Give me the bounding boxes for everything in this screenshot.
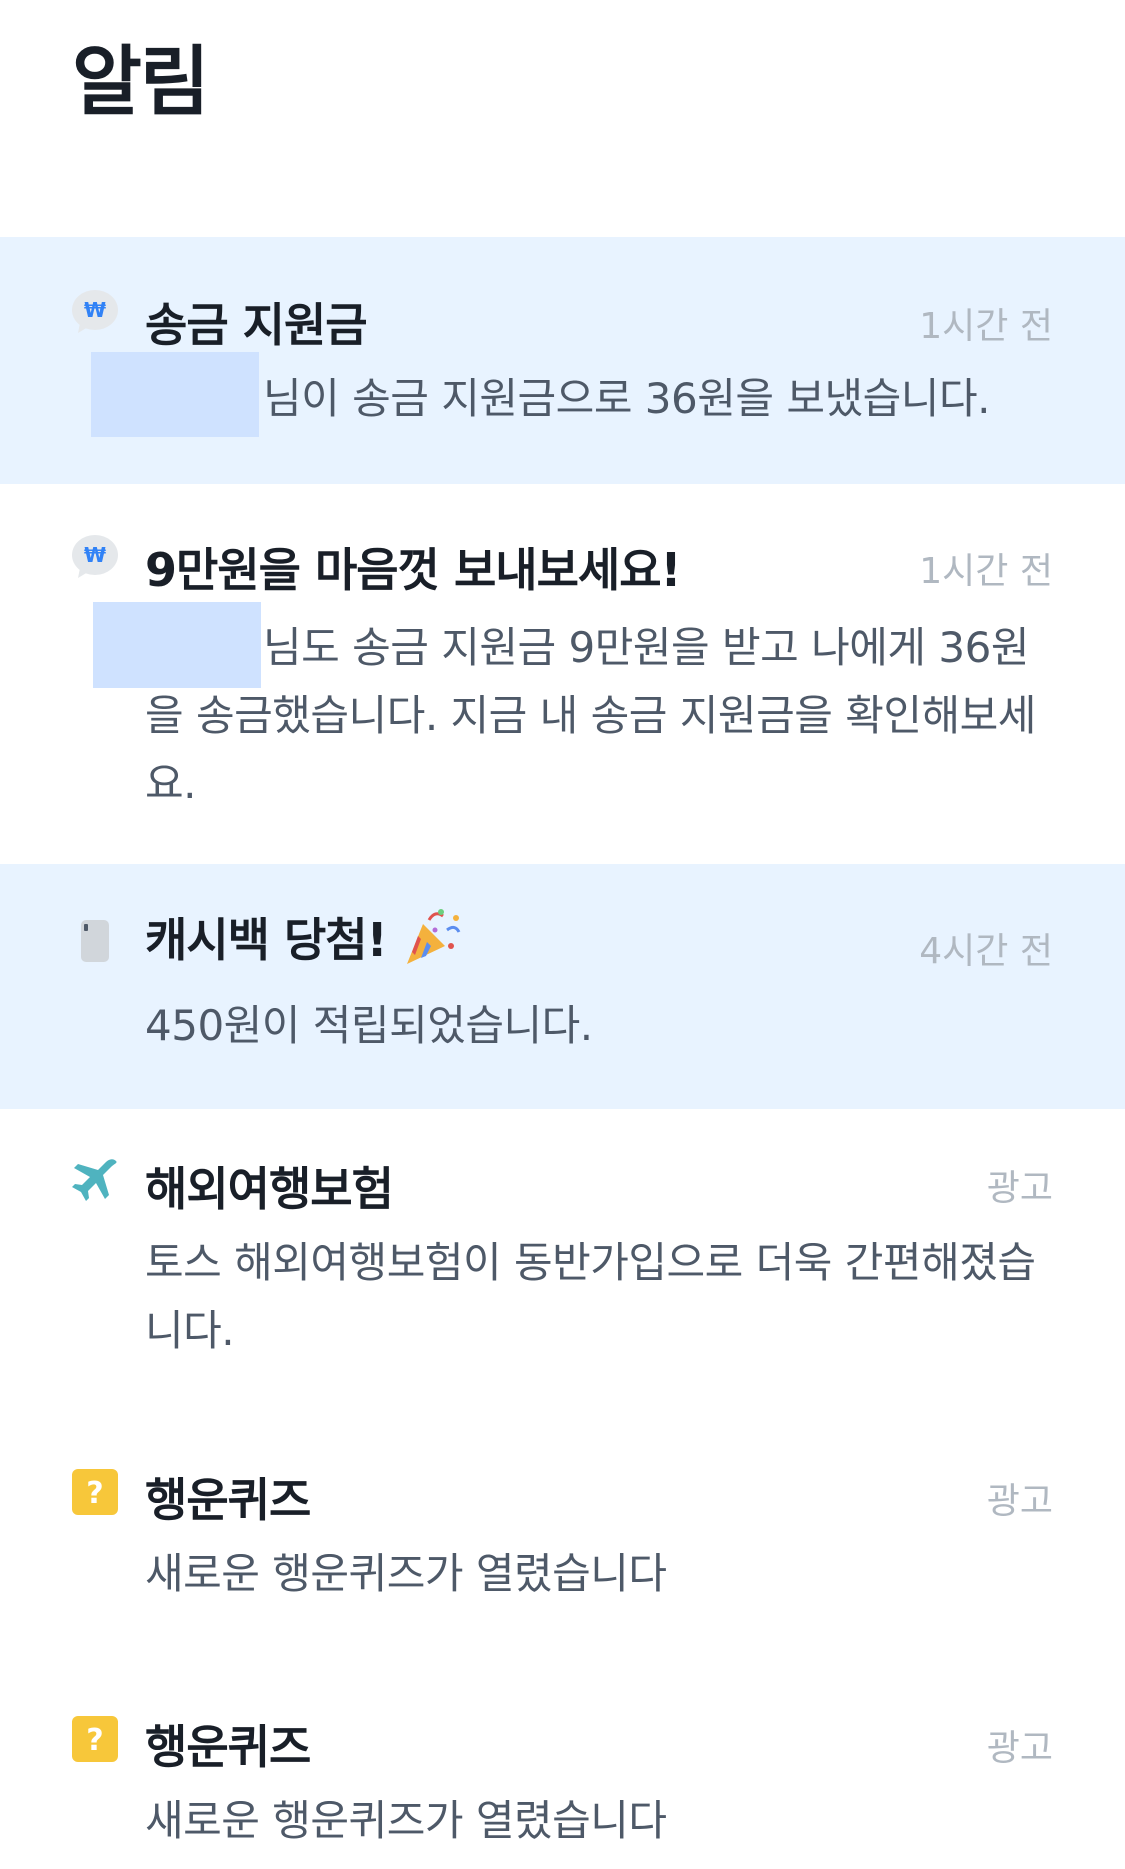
party-popper-icon [401, 906, 463, 968]
notification-title: 행운퀴즈 [145, 1473, 311, 1527]
notification-time: 광고 [986, 1728, 1053, 1769]
notification-list: ₩ 송금 지원금 1시간 전 님이 송금 지원금으로 36원을 보냈습니다. ₩… [0, 237, 1125, 1869]
card-icon [70, 916, 120, 966]
notification-body: 님도 송금 지원금 9만원을 받고 나에게 36원을 송금했습니다. 지금 내 … [145, 623, 1036, 808]
notification-title: 해외여행보험 [145, 1162, 394, 1216]
notification-title: 캐시백 당첨! [145, 904, 463, 970]
won-chat-bubble-icon: ₩ [70, 287, 120, 337]
notification-item-remittance-support[interactable]: ₩ 송금 지원금 1시간 전 님이 송금 지원금으로 36원을 보냈습니다. [0, 237, 1125, 484]
notification-time: 4시간 전 [919, 931, 1053, 972]
page-title: 알림 [72, 37, 210, 126]
notification-title: 행운퀴즈 [145, 1720, 311, 1774]
won-chat-bubble-icon: ₩ [70, 532, 120, 582]
svg-text:₩: ₩ [84, 298, 106, 322]
notification-item-lucky-quiz[interactable]: ? 행운퀴즈 광고 새로운 행운퀴즈가 열렸습니다 [0, 1422, 1125, 1669]
notification-title: 송금 지원금 [145, 298, 368, 352]
svg-text:₩: ₩ [84, 543, 106, 567]
notification-body: 새로운 행운퀴즈가 열렸습니다 [145, 1549, 667, 1598]
notification-body: 새로운 행운퀴즈가 열렸습니다 [145, 1796, 667, 1845]
airplane-icon [70, 1155, 120, 1205]
notification-item-send-promo[interactable]: ₩ 9만원을 마음껏 보내보세요! 1시간 전 님도 송금 지원금 9만원을 받… [0, 484, 1125, 864]
notification-time: 1시간 전 [919, 306, 1053, 347]
notification-time: 광고 [986, 1168, 1053, 1209]
notification-time: 광고 [986, 1481, 1053, 1522]
notification-time: 1시간 전 [919, 551, 1053, 592]
notification-item-cashback[interactable]: 캐시백 당첨! 4시간 전 450원이 적립되었습니다. [0, 864, 1125, 1109]
notification-title: 9만원을 마음껏 보내보세요! [145, 543, 682, 597]
notification-item-travel-insurance[interactable]: 해외여행보험 광고 토스 해외여행보험이 동반가입으로 더욱 간편해졌습니다. [0, 1109, 1125, 1422]
notification-body: 토스 해외여행보험이 동반가입으로 더욱 간편해졌습니다. [145, 1238, 1036, 1355]
notification-item-lucky-quiz[interactable]: ? 행운퀴즈 광고 새로운 행운퀴즈가 열렸습니다 [0, 1669, 1125, 1869]
svg-text:?: ? [86, 1723, 103, 1758]
notification-body: 님이 송금 지원금으로 36원을 보냈습니다. [263, 374, 990, 423]
question-mark-icon: ? [70, 1714, 120, 1764]
question-mark-icon: ? [70, 1467, 120, 1517]
svg-text:?: ? [86, 1476, 103, 1511]
notification-body: 450원이 적립되었습니다. [145, 1001, 593, 1050]
